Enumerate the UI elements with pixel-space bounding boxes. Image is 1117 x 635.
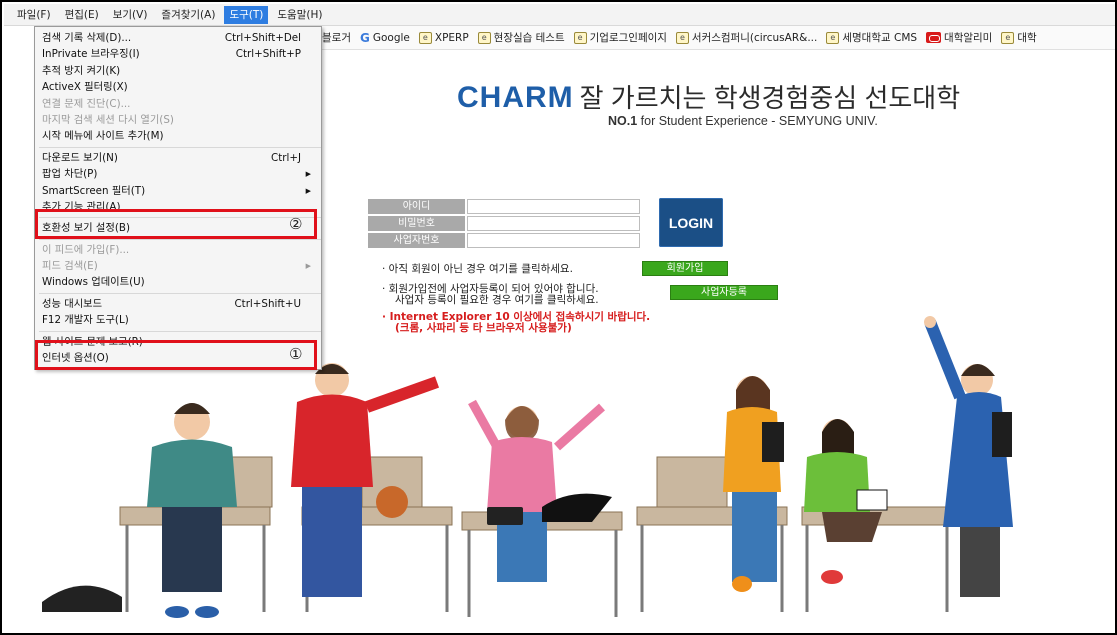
- tools-menu-item[interactable]: ActiveX 필터링(X): [35, 79, 321, 95]
- menu-view[interactable]: 보기(V): [108, 6, 153, 24]
- menu-item-label: 추적 방지 켜기(K): [42, 64, 121, 77]
- subtitle-bold: NO.1: [608, 114, 638, 128]
- brand-logo: CHARM 잘 가르치는 학생경험중심 선도대학: [457, 78, 960, 115]
- brand-name: CHARM: [457, 81, 574, 114]
- menu-separator: [39, 330, 321, 332]
- submenu-arrow-icon: ▶: [305, 170, 311, 179]
- brand-tagline: 잘 가르치는 학생경험중심 선도대학: [579, 83, 961, 113]
- menu-item-label: 피드 검색(E): [42, 260, 98, 273]
- menu-item-shortcut: Ctrl+Shift+Del: [224, 32, 301, 44]
- google-icon: G: [359, 30, 370, 45]
- favorite-item[interactable]: e XPERP: [418, 31, 469, 44]
- browser-window: 파일(F) 편집(E) 보기(V) 즐겨찾기(A) 도구(T) 도움말(H) 블…: [0, 0, 1117, 635]
- business-number-input[interactable]: [467, 233, 640, 248]
- tools-menu-item[interactable]: 다운로드 보기(N) Ctrl+J: [35, 150, 321, 166]
- menu-item-label: 연결 문제 진단(C)...: [42, 97, 131, 110]
- menu-item-shortcut: Ctrl+Shift+U: [234, 297, 301, 310]
- browser-warning-note: (크롬, 사파리 등 타 브라우저 사용불가): [395, 322, 572, 334]
- submenu-arrow-icon: ▶: [305, 186, 311, 195]
- tools-menu-item: 피드 검색(E) ▶: [35, 258, 321, 274]
- menu-item-label: 다운로드 보기(N): [42, 151, 118, 164]
- favorite-label: 서커스컴퍼니(circusAR&...: [691, 32, 818, 44]
- menu-item-shortcut: Ctrl+J: [271, 151, 301, 164]
- favorite-label: Google: [372, 31, 410, 44]
- subtitle-rest: for Student Experience - SEMYUNG UNIV.: [637, 114, 878, 128]
- id-input[interactable]: [467, 199, 640, 214]
- signup-note: · 아직 회원이 아닌 경우 여기를 클릭하세요.: [382, 263, 573, 275]
- tools-menu-item[interactable]: 팝업 차단(P) ▶: [35, 166, 321, 182]
- menu-file[interactable]: 파일(F): [12, 6, 56, 24]
- highlight-internet-options: [35, 340, 317, 370]
- menu-tools[interactable]: 도구(T): [224, 5, 269, 24]
- menu-item-label: 팝업 차단(P): [42, 168, 98, 181]
- favorite-label: 대학: [1017, 32, 1037, 44]
- menu-separator: [39, 146, 321, 148]
- menu-item-label: 시작 메뉴에 사이트 추가(M): [42, 130, 164, 143]
- menu-edit[interactable]: 편집(E): [60, 6, 104, 24]
- menu-item-label: InPrivate 브라우징(I): [42, 48, 140, 61]
- business-note-line2: 사업자 등록이 필요한 경우 여기를 클릭하세요.: [395, 294, 599, 306]
- favorite-item[interactable]: G Google: [360, 31, 410, 45]
- menu-item-label: 성능 대시보드: [42, 297, 103, 310]
- signup-button[interactable]: 회원가입: [642, 261, 728, 276]
- marker-2: ②: [289, 215, 303, 233]
- favorite-item[interactable]: 대학알리미: [926, 30, 992, 45]
- menu-help[interactable]: 도움말(H): [272, 6, 327, 24]
- submenu-arrow-icon: ▶: [305, 262, 311, 271]
- tools-menu-dropdown: 검색 기록 삭제(D)... Ctrl+Shift+Del InPrivate 브라…: [34, 26, 322, 370]
- favorite-item[interactable]: 블로거: [322, 30, 351, 45]
- tools-menu-item: 마지막 검색 세션 다시 열기(S): [35, 112, 321, 128]
- brand-subtitle: NO.1 for Student Experience - SEMYUNG UN…: [608, 114, 878, 128]
- favorites-bar: 블로거 G Google e XPERP e 현장실습 테스트 e 기업로그인페이지 e 서커스컴퍼…: [322, 26, 1115, 50]
- tools-menu-item[interactable]: 시작 메뉴에 사이트 추가(M): [35, 128, 321, 144]
- password-label: 비밀번호: [368, 216, 465, 231]
- favorite-label: 대학알리미: [944, 32, 993, 44]
- menu-item-shortcut: Ctrl+Shift+P: [235, 48, 301, 61]
- ie-page-icon: e: [477, 31, 491, 44]
- tools-menu-item[interactable]: F12 개발자 도구(L): [35, 312, 321, 328]
- ie-page-icon: e: [1001, 31, 1015, 44]
- menu-item-label: Windows 업데이트(U): [42, 276, 145, 289]
- red-icon: [926, 32, 942, 43]
- menu-item-label: F12 개발자 도구(L): [42, 314, 129, 327]
- tools-menu-item[interactable]: 성능 대시보드 Ctrl+Shift+U: [35, 296, 321, 312]
- favorite-item[interactable]: e 대학: [1001, 30, 1037, 45]
- menu-item-label: 검색 기록 삭제(D)...: [42, 32, 132, 44]
- favorite-item[interactable]: e 현장실습 테스트: [477, 30, 565, 45]
- favorite-label: 현장실습 테스트: [493, 32, 565, 44]
- business-number-label: 사업자번호: [368, 233, 465, 248]
- menu-separator: [39, 292, 321, 294]
- ie-page-icon: e: [573, 31, 587, 44]
- tools-menu-item[interactable]: 추적 방지 켜기(K): [35, 63, 321, 79]
- favorite-label: 세명대학교 CMS: [842, 32, 918, 44]
- tools-menu-item: 연결 문제 진단(C)...: [35, 96, 321, 112]
- favorite-item[interactable]: e 세명대학교 CMS: [826, 30, 917, 45]
- menu-bar: 파일(F) 편집(E) 보기(V) 즐겨찾기(A) 도구(T) 도움말(H): [4, 4, 1115, 26]
- password-input[interactable]: [467, 216, 640, 231]
- menu-item-label: 이 피드에 가입(F)...: [42, 243, 130, 256]
- favorite-label: 기업로그인페이지: [589, 32, 667, 44]
- favorite-item[interactable]: e 서커스컴퍼니(circusAR&...: [675, 30, 818, 45]
- login-button[interactable]: LOGIN: [659, 198, 723, 247]
- tools-menu-item[interactable]: Windows 업데이트(U): [35, 274, 321, 290]
- tools-menu-item: 이 피드에 가입(F)...: [35, 242, 321, 258]
- id-label: 아이디: [368, 199, 465, 214]
- menu-item-label: 마지막 검색 세션 다시 열기(S): [42, 113, 174, 126]
- marker-1: ①: [289, 345, 303, 363]
- tools-menu-item[interactable]: 검색 기록 삭제(D)... Ctrl+Shift+Del: [35, 30, 321, 46]
- favorite-item[interactable]: e 기업로그인페이지: [573, 30, 667, 45]
- menu-item-label: SmartScreen 필터(T): [42, 184, 146, 197]
- favorite-label: XPERP: [434, 31, 469, 44]
- highlight-compat-view: [35, 209, 317, 239]
- business-register-button[interactable]: 사업자등록: [670, 285, 778, 300]
- menu-item-label: ActiveX 필터링(X): [42, 81, 128, 94]
- ie-page-icon: e: [675, 31, 689, 44]
- ie-page-icon: e: [418, 31, 432, 44]
- favorite-label: 블로거: [322, 32, 351, 44]
- tools-menu-item[interactable]: SmartScreen 필터(T) ▶: [35, 183, 321, 199]
- menu-favorites[interactable]: 즐겨찾기(A): [156, 6, 220, 24]
- tools-menu-item[interactable]: InPrivate 브라우징(I) Ctrl+Shift+P: [35, 46, 321, 62]
- ie-page-icon: e: [826, 31, 840, 44]
